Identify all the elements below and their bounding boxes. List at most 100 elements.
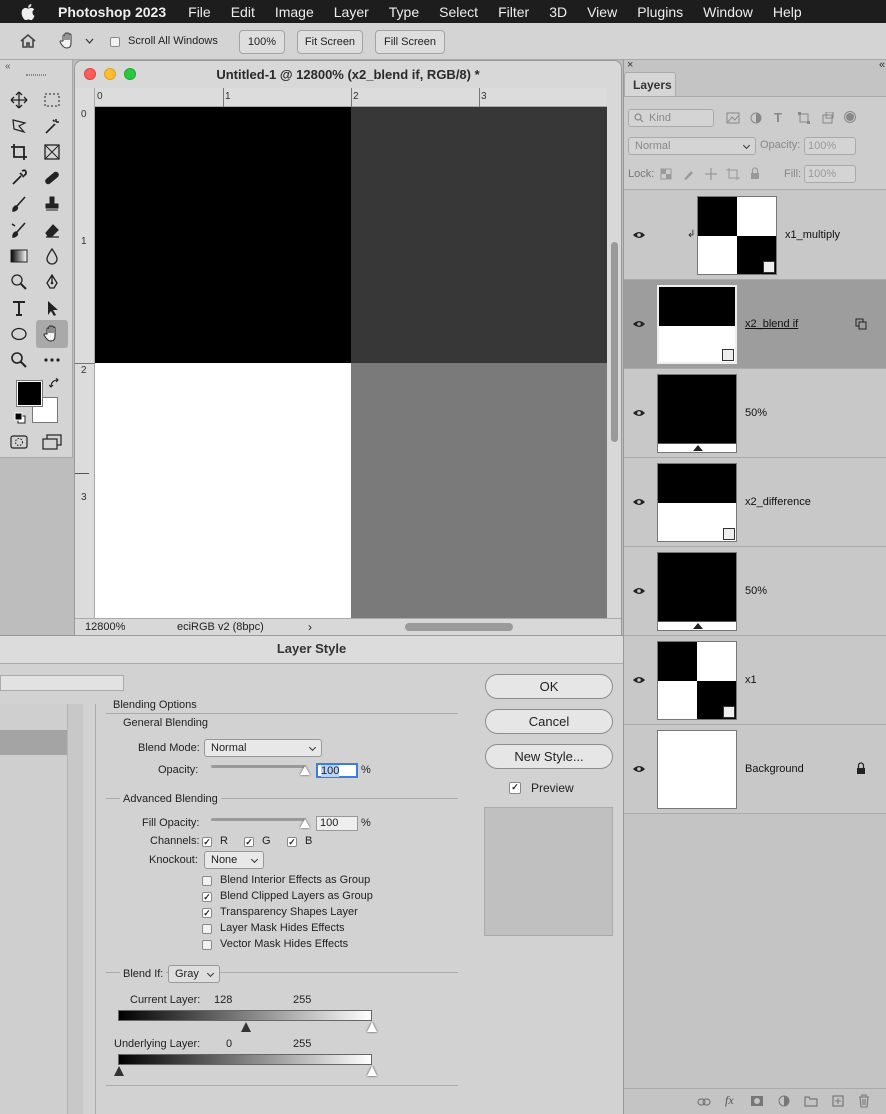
- layer-thumbnail[interactable]: [657, 285, 737, 364]
- ellipse-tool-icon[interactable]: [8, 323, 30, 345]
- lock-icon[interactable]: [856, 762, 866, 775]
- layer-mask-hides-effects-checkbox[interactable]: [202, 923, 212, 935]
- dodge-tool-icon[interactable]: [8, 271, 30, 293]
- new-layer-icon[interactable]: [832, 1095, 844, 1107]
- layer-row[interactable]: x2_difference: [624, 458, 886, 547]
- filter-adjustment-icon[interactable]: [750, 112, 762, 124]
- blend-interior-effects-checkbox[interactable]: [202, 875, 212, 887]
- link-layers-icon[interactable]: [697, 1097, 711, 1107]
- menu-edit[interactable]: Edit: [231, 4, 255, 20]
- document-canvas[interactable]: [95, 107, 607, 618]
- swap-colors-icon[interactable]: [48, 377, 60, 392]
- hand-tool-active-icon[interactable]: [36, 320, 68, 348]
- pen-tool-icon[interactable]: [41, 271, 63, 293]
- filter-smart-object-icon[interactable]: [822, 112, 834, 124]
- opacity-slider-track[interactable]: [211, 765, 306, 768]
- vertical-scroll-thumb[interactable]: [611, 242, 618, 442]
- layer-thumbnail[interactable]: [657, 730, 737, 809]
- menu-3d[interactable]: 3D: [549, 4, 567, 20]
- lock-position-icon[interactable]: [704, 167, 718, 181]
- zoom-status[interactable]: 12800%: [85, 621, 125, 633]
- menu-filter[interactable]: Filter: [498, 4, 529, 20]
- apple-icon[interactable]: [20, 3, 36, 20]
- styles-list-scrollbar[interactable]: [67, 704, 83, 1114]
- quick-mask-icon[interactable]: [8, 431, 30, 453]
- chevron-down-icon[interactable]: [85, 36, 94, 48]
- lasso-tool-icon[interactable]: [8, 115, 30, 137]
- scroll-all-windows-checkbox[interactable]: [110, 36, 120, 48]
- delete-layer-icon[interactable]: [858, 1094, 870, 1108]
- opacity-input[interactable]: 100: [316, 763, 358, 778]
- magic-wand-tool-icon[interactable]: [41, 115, 63, 137]
- fit-screen-button[interactable]: Fit Screen: [297, 30, 363, 54]
- fill-opacity-slider-track[interactable]: [211, 818, 306, 821]
- brush-tool-icon[interactable]: [8, 193, 30, 215]
- current-layer-black-slider[interactable]: [241, 1022, 251, 1032]
- channel-b-checkbox[interactable]: [287, 836, 297, 848]
- preview-checkbox[interactable]: [509, 782, 521, 795]
- menu-file[interactable]: File: [188, 4, 211, 20]
- collapse-tools-icon[interactable]: «: [5, 61, 11, 72]
- menu-app-name[interactable]: Photoshop 2023: [58, 4, 166, 20]
- styles-list-selected-item[interactable]: [0, 730, 67, 755]
- menu-layer[interactable]: Layer: [334, 4, 369, 20]
- styles-search-field[interactable]: [0, 675, 124, 691]
- move-tool-icon[interactable]: [8, 89, 30, 111]
- layer-row-selected[interactable]: x2_blend if: [624, 280, 886, 369]
- visibility-eye-icon[interactable]: [632, 319, 646, 329]
- type-tool-icon[interactable]: [8, 297, 30, 319]
- panel-grip[interactable]: [26, 74, 46, 76]
- add-mask-icon[interactable]: [750, 1095, 764, 1107]
- default-colors-icon[interactable]: [14, 412, 26, 427]
- more-tools-icon[interactable]: [41, 349, 63, 371]
- close-panel-icon[interactable]: ×: [627, 59, 633, 71]
- layer-row[interactable]: 50%: [624, 547, 886, 636]
- tab-layers[interactable]: Layers: [624, 72, 676, 96]
- visibility-eye-icon[interactable]: [632, 230, 646, 240]
- cancel-button[interactable]: Cancel: [485, 709, 613, 734]
- blur-tool-icon[interactable]: [41, 245, 63, 267]
- visibility-eye-icon[interactable]: [632, 497, 646, 507]
- menu-plugins[interactable]: Plugins: [637, 4, 683, 20]
- frame-tool-icon[interactable]: [41, 141, 63, 163]
- layer-thumbnail[interactable]: [657, 374, 737, 453]
- visibility-eye-icon[interactable]: [632, 675, 646, 685]
- screen-mode-icon[interactable]: [41, 431, 63, 453]
- eyedropper-tool-icon[interactable]: [8, 167, 30, 189]
- layer-thumbnail[interactable]: [657, 552, 737, 631]
- transparency-shapes-checkbox[interactable]: [202, 907, 212, 919]
- menu-view[interactable]: View: [587, 4, 617, 20]
- lock-image-pixels-icon[interactable]: [682, 168, 694, 180]
- opacity-slider-handle[interactable]: [300, 766, 310, 775]
- lock-all-icon[interactable]: [750, 167, 760, 180]
- fx-icon[interactable]: fx: [725, 1093, 734, 1108]
- knockout-select[interactable]: None: [204, 851, 264, 869]
- path-selection-tool-icon[interactable]: [41, 297, 63, 319]
- filter-kind-select[interactable]: Kind: [628, 109, 714, 127]
- filter-pixel-icon[interactable]: [726, 112, 740, 124]
- layer-style-effects-icon[interactable]: [855, 318, 867, 330]
- menu-type[interactable]: Type: [389, 4, 419, 20]
- crop-tool-icon[interactable]: [8, 141, 30, 163]
- current-layer-white-slider[interactable]: [367, 1022, 377, 1032]
- layer-opacity-input[interactable]: 100%: [804, 137, 856, 155]
- zoom-tool-icon[interactable]: [8, 349, 30, 371]
- healing-brush-tool-icon[interactable]: [41, 167, 63, 189]
- layer-row[interactable]: Background: [624, 725, 886, 814]
- filter-toggle[interactable]: [844, 111, 856, 123]
- lock-artboard-icon[interactable]: [726, 168, 740, 180]
- stamp-tool-icon[interactable]: [41, 193, 63, 215]
- eraser-tool-icon[interactable]: [41, 219, 63, 241]
- menu-help[interactable]: Help: [773, 4, 802, 20]
- layer-row[interactable]: 50%: [624, 369, 886, 458]
- collapse-panel-icon[interactable]: «: [879, 59, 885, 71]
- adjustment-layer-icon[interactable]: [778, 1095, 790, 1107]
- fill-opacity-input[interactable]: 100: [316, 816, 358, 831]
- blend-if-select[interactable]: Gray: [168, 965, 220, 983]
- filter-shape-icon[interactable]: [798, 112, 810, 124]
- visibility-eye-icon[interactable]: [632, 408, 646, 418]
- visibility-eye-icon[interactable]: [632, 764, 646, 774]
- vertical-scrollbar[interactable]: [608, 107, 621, 618]
- layer-thumbnail[interactable]: [657, 641, 737, 720]
- vector-mask-hides-effects-checkbox[interactable]: [202, 939, 212, 951]
